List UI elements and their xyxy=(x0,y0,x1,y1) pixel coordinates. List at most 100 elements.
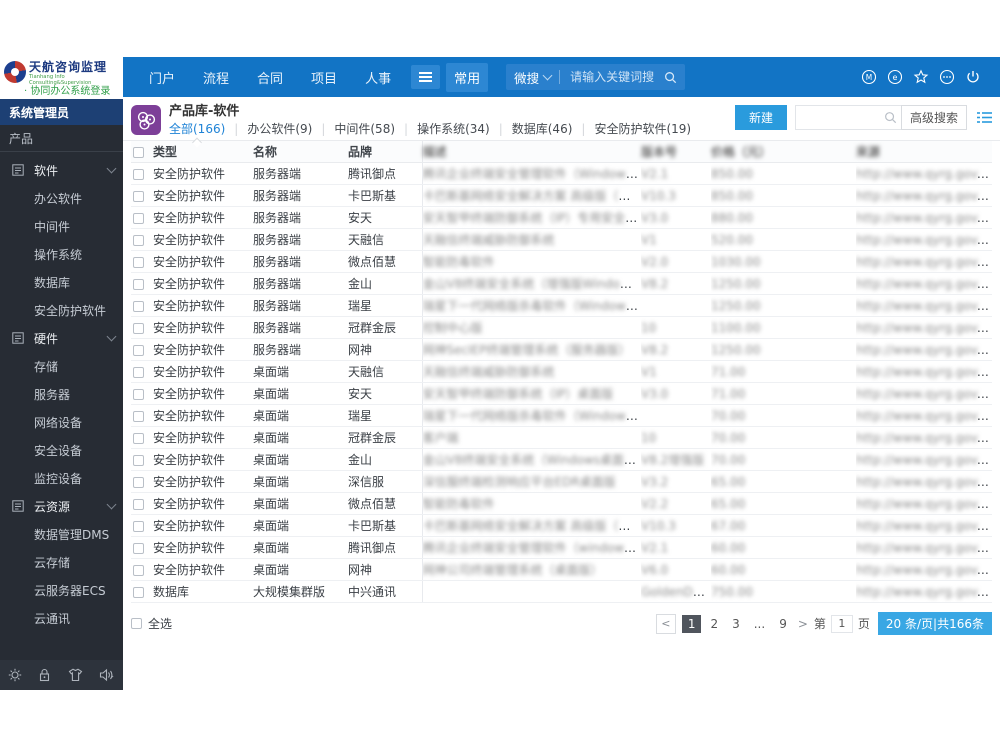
nav-item-2[interactable]: 合同 xyxy=(243,68,297,87)
nav-item-pinned[interactable]: 常用 xyxy=(446,62,489,92)
row-checkbox[interactable] xyxy=(133,476,144,488)
sound-speaker-icon[interactable] xyxy=(99,668,115,682)
sidebar-item-2-3[interactable]: 云通讯 xyxy=(0,604,123,632)
table-row[interactable]: 安全防护软件 服务器端 冠群金辰 控制中心版 10 1100.00 http://www.q… xyxy=(131,316,992,339)
search-scope-dropdown[interactable]: 微搜 xyxy=(514,68,553,87)
row-checkbox[interactable] xyxy=(133,322,144,334)
row-checkbox[interactable] xyxy=(133,366,144,378)
row-checkbox[interactable] xyxy=(133,564,144,576)
more-ellipsis-icon[interactable] xyxy=(934,69,960,85)
sidebar-item-0-3[interactable]: 数据库 xyxy=(0,268,123,296)
table-row[interactable]: 安全防护软件 桌面端 微点佰慧 智能防毒软件 V2.2 65.00 http://www.q… xyxy=(131,492,992,515)
sidebar-item-2-0[interactable]: 数据管理DMS xyxy=(0,520,123,548)
table-row[interactable]: 安全防护软件 桌面端 安天 安天智甲终端防御系统（IP）桌面版 V3.0 71.00 htt… xyxy=(131,382,992,405)
table-row[interactable]: 安全防护软件 桌面端 腾讯御点 腾讯企业终端安全管理软件（windows版）V2.1版… xyxy=(131,536,992,559)
page-size-badge[interactable]: 20 条/页|共166条 xyxy=(877,612,992,635)
col-header-5[interactable]: 价格（元） xyxy=(711,141,856,163)
next-page-button[interactable]: > xyxy=(798,617,808,631)
nav-item-1[interactable]: 流程 xyxy=(189,68,243,87)
tab-5[interactable]: 安全防护软件(19) xyxy=(594,123,691,135)
row-checkbox[interactable] xyxy=(133,454,144,466)
tab-1[interactable]: 办公软件(9) xyxy=(247,123,312,135)
sidebar-item-1-3[interactable]: 安全设备 xyxy=(0,436,123,464)
table-row[interactable]: 安全防护软件 服务器端 瑞星 瑞星下一代网络版杀毒软件（Windows服务器版） 125… xyxy=(131,294,992,317)
tab-4[interactable]: 数据库(46) xyxy=(512,123,573,135)
m-badge-icon[interactable]: M xyxy=(856,69,882,85)
row-checkbox[interactable] xyxy=(133,432,144,444)
row-checkbox[interactable] xyxy=(133,300,144,312)
sidebar-group-0[interactable]: 软件 xyxy=(0,156,123,184)
row-checkbox[interactable] xyxy=(133,388,144,400)
page-jump-input[interactable]: 1 xyxy=(830,614,853,633)
theme-shirt-icon[interactable] xyxy=(68,668,83,682)
product-search-input[interactable] xyxy=(801,109,884,126)
row-checkbox[interactable] xyxy=(133,256,144,268)
sidebar-item-2-2[interactable]: 云服务器ECS xyxy=(0,576,123,604)
row-checkbox[interactable] xyxy=(133,410,144,422)
col-header-4[interactable]: 版本号 xyxy=(641,141,711,163)
tab-0[interactable]: 全部(166) xyxy=(169,123,225,135)
table-row[interactable]: 安全防护软件 桌面端 卡巴斯基 卡巴斯基网络安全解决方案 高级版（升级 +目标）V10… xyxy=(131,514,992,537)
table-row[interactable]: 数据库 大规模集群版 中兴通讯 GoldenData s...750.00 http:/… xyxy=(131,580,992,603)
page-number-active[interactable]: 1 xyxy=(681,614,702,633)
sidebar-item-1-2[interactable]: 网络设备 xyxy=(0,408,123,436)
global-search-input[interactable] xyxy=(568,69,665,85)
table-row[interactable]: 安全防护软件 服务器端 卡巴斯基 卡巴斯基网络安全解决方案 高级版（升级 目标版）V1… xyxy=(131,184,992,207)
table-row[interactable]: 安全防护软件 服务器端 金山 金山V8终端安全系统（增强版Windows服务器版）V8… xyxy=(131,272,992,295)
table-row[interactable]: 安全防护软件 服务器端 天融信 天融信终端威胁防御系统 V1 520.00 http://w… xyxy=(131,228,992,251)
nav-item-0[interactable]: 门户 xyxy=(135,68,189,87)
list-view-icon[interactable] xyxy=(977,111,992,124)
table-row[interactable]: 安全防护软件 桌面端 金山 金山V8终端安全系统（Windows桌面版） V8.2增强版… xyxy=(131,448,992,471)
sidebar-item-1-0[interactable]: 存储 xyxy=(0,352,123,380)
sidebar-group-1[interactable]: 硬件 xyxy=(0,324,123,352)
search-icon[interactable] xyxy=(884,111,897,124)
page-number[interactable]: 2 xyxy=(705,615,723,633)
tab-3[interactable]: 操作系统(34) xyxy=(417,123,490,135)
row-checkbox[interactable] xyxy=(133,278,144,290)
select-all-checkbox[interactable] xyxy=(131,618,142,629)
sidebar-item-1-1[interactable]: 服务器 xyxy=(0,380,123,408)
page-number[interactable]: 3 xyxy=(727,615,745,633)
table-row[interactable]: 安全防护软件 服务器端 腾讯御点 腾讯企业终端安全管理软件（Windows版） V2.1… xyxy=(131,162,992,185)
col-header-1[interactable]: 名称 xyxy=(253,141,348,163)
page-number[interactable]: 9 xyxy=(774,615,792,633)
nav-item-4[interactable]: 人事 xyxy=(351,68,405,87)
sidebar-item-0-1[interactable]: 中间件 xyxy=(0,212,123,240)
table-row[interactable]: 安全防护软件 桌面端 网神 网神公司终端管理系统（桌面版） V6.0 60.00 http:… xyxy=(131,558,992,581)
favorite-star-icon[interactable] xyxy=(908,69,934,85)
search-icon[interactable] xyxy=(664,71,677,84)
nav-item-3[interactable]: 项目 xyxy=(297,68,351,87)
col-header-2[interactable]: 品牌 xyxy=(348,141,423,163)
table-row[interactable]: 安全防护软件 服务器端 微点佰慧 智能防毒软件 V2.0 1030.00 http://ww… xyxy=(131,250,992,273)
tab-2[interactable]: 中间件(58) xyxy=(334,123,395,135)
power-icon[interactable] xyxy=(960,69,986,85)
col-header-0[interactable]: 类型 xyxy=(153,141,253,163)
nav-more-button[interactable] xyxy=(411,64,441,90)
table-row[interactable]: 安全防护软件 桌面端 深信服 深信服终端检测响应平台EDR桌面版 V3.2 65.00 ht… xyxy=(131,470,992,493)
table-row[interactable]: 安全防护软件 服务器端 安天 安天智甲终端防御系统（IP）专用安全软件 V3.0 880.… xyxy=(131,206,992,229)
row-checkbox[interactable] xyxy=(133,234,144,246)
table-row[interactable]: 安全防护软件 桌面端 天融信 天融信终端威胁防御系统 V1 71.00 http://www… xyxy=(131,360,992,383)
table-row[interactable]: 安全防护软件 桌面端 冠群金辰 客户端 10 70.00 http://www.qyrg.g… xyxy=(131,426,992,449)
row-checkbox[interactable] xyxy=(133,542,144,554)
row-checkbox[interactable] xyxy=(133,520,144,532)
message-icon[interactable]: e xyxy=(882,69,908,85)
sidebar-item-1-4[interactable]: 监控设备 xyxy=(0,464,123,492)
sidebar-item-0-4[interactable]: 安全防护软件 xyxy=(0,296,123,324)
sidebar-group-2[interactable]: 云资源 xyxy=(0,492,123,520)
collab-login-link[interactable]: · 协同办公系统登录 xyxy=(24,82,110,97)
row-checkbox[interactable] xyxy=(133,190,144,202)
col-header-6[interactable]: 来源 xyxy=(856,141,992,163)
sidebar-item-2-1[interactable]: 云存储 xyxy=(0,548,123,576)
lock-icon[interactable] xyxy=(38,668,51,682)
settings-gear-icon[interactable] xyxy=(8,668,22,682)
row-checkbox[interactable] xyxy=(133,212,144,224)
row-checkbox[interactable] xyxy=(133,498,144,510)
sidebar-item-0-2[interactable]: 操作系统 xyxy=(0,240,123,268)
table-row[interactable]: 安全防护软件 桌面端 瑞星 瑞星下一代网络版杀毒软件（Windows桌面版） 70.00… xyxy=(131,404,992,427)
row-checkbox[interactable] xyxy=(133,344,144,356)
select-all[interactable]: 全选 xyxy=(131,615,172,632)
table-row[interactable]: 安全防护软件 服务器端 网神 网神SecIEP终端管理系统（服务器版） V8.2 1250… xyxy=(131,338,992,361)
advanced-search-button[interactable]: 高级搜索 xyxy=(900,105,967,130)
row-checkbox[interactable] xyxy=(133,168,144,180)
